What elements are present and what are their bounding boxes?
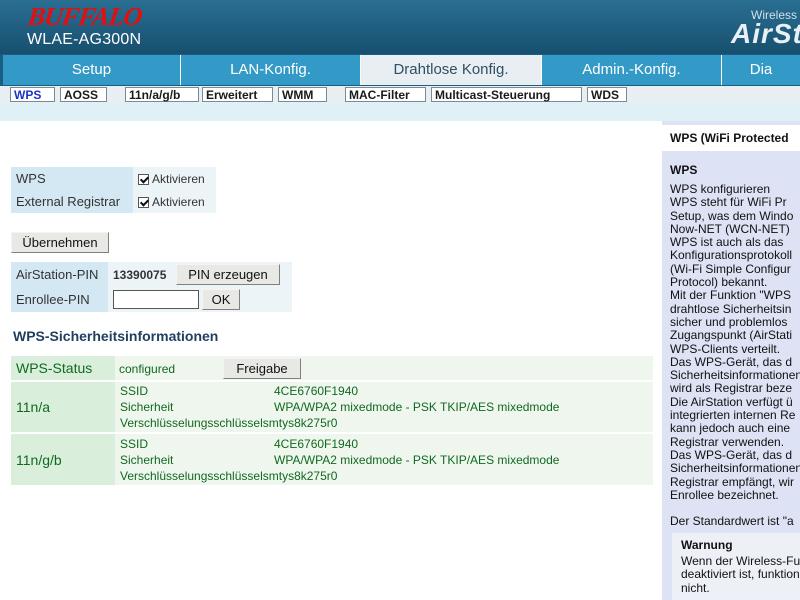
subtab-erweitert[interactable]: Erweitert <box>202 87 273 102</box>
help-line: sicher und problemlos <box>670 314 788 329</box>
generate-pin-button[interactable]: PIN erzeugen <box>176 264 280 285</box>
help-line: Registrar empfängt, wir <box>670 474 795 489</box>
help-line: integrierten internen Re <box>670 408 796 423</box>
warning-title: Warnung <box>681 538 733 552</box>
tab-setup[interactable]: Setup <box>3 55 181 85</box>
ssid-value: 4CE6760F1940 <box>274 384 359 398</box>
apply-button[interactable]: Übernehmen <box>11 232 109 253</box>
band-info-11ngb: SSID 4CE6760F1940 Sicherheit WPA/WPA2 mixe… <box>115 433 653 485</box>
wps-settings-table: WPS Aktivieren External Registrar Aktivi… <box>11 167 216 213</box>
external-registrar-checkbox[interactable] <box>138 196 149 208</box>
external-registrar-label: External Registrar <box>11 190 133 213</box>
subtab-aoss[interactable]: AOSS <box>60 87 107 102</box>
security-label: Sicherheit <box>120 400 174 414</box>
wps-security-info-title: WPS-Sicherheitsinformationen <box>13 328 219 344</box>
help-line: Sicherheitsinformationen <box>670 461 800 476</box>
wps-enable-label: Aktivieren <box>152 171 205 186</box>
band-label-11ngb: 11n/g/b <box>11 433 115 485</box>
help-line: Zugangspunkt (AirStati <box>670 328 793 343</box>
security-label: Sicherheit <box>120 452 174 467</box>
help-line: Registrar verwenden. <box>670 434 785 449</box>
help-header: WPS (WiFi Protected <box>662 125 800 151</box>
wps-security-table: WPS-Status configured Freigabe 11n/a SSID… <box>11 356 653 485</box>
header-banner: BUFFALO WLAE-AG300N Wireless AirSt <box>0 0 800 54</box>
sub-tab-band <box>0 103 800 121</box>
help-line: WPS ist auch als das <box>670 235 784 250</box>
band-info-11na: SSID 4CE6760F1940 Sicherheit WPA/WPA2 mixe… <box>115 381 653 434</box>
help-line: WPS-Clients verteilt. <box>670 341 781 356</box>
help-line: Enrollee bezeichnet. <box>670 487 779 502</box>
subtab-wmm[interactable]: WMM <box>278 87 327 102</box>
tab-drahtlose-konfig[interactable]: Drahtlose Konfig. <box>361 55 542 85</box>
buffalo-logo: BUFFALO <box>26 2 144 31</box>
warning-box: Warnung Wenn der Wireless-Fu deaktiviert … <box>672 533 800 600</box>
subtab-mac-filter[interactable]: MAC-Filter <box>345 87 426 102</box>
airstation-pin-value: 13390075 <box>113 268 167 282</box>
encryption-key-value: smtys8k275r0 <box>262 416 338 430</box>
ssid-label: SSID <box>120 436 149 451</box>
subtab-wds[interactable]: WDS <box>587 87 627 102</box>
help-line: Das WPS-Gerät, das d <box>670 447 793 462</box>
warning-line: deaktiviert ist, funktion <box>681 567 800 582</box>
help-line: WPS steht für WiFi Pr <box>670 195 787 210</box>
ssid-label: SSID <box>120 384 149 398</box>
wps-enable-checkbox[interactable] <box>138 173 149 185</box>
help-line: kann jedoch auch eine <box>670 421 791 436</box>
help-line: Konfigurationsprotokoll <box>670 248 793 263</box>
subtab-wps[interactable]: WPS <box>10 87 55 102</box>
airstation-brand-logo: AirSt <box>731 18 800 49</box>
encryption-key-label: Verschlüsselungsschlüssel <box>120 468 263 483</box>
help-line: wird als Registrar beze <box>670 381 793 396</box>
help-line: drahtlose Sicherheitsin <box>670 301 792 316</box>
warning-line: Wenn der Wireless-Fu <box>681 554 800 568</box>
help-line: Now-NET (WCN-NET) <box>670 221 790 236</box>
model-name: WLAE-AG300N <box>27 31 142 48</box>
pin-table: AirStation-PIN 13390075 PIN erzeugen Enro… <box>11 262 292 312</box>
wps-label: WPS <box>11 167 133 190</box>
ssid-value: 4CE6760F1940 <box>274 436 359 451</box>
help-pane: WPS (WiFi Protected WPS WPS konfiguriere… <box>662 121 800 600</box>
subtab-11nagb[interactable]: 11n/a/g/b <box>125 87 199 102</box>
enrollee-pin-ok-button[interactable]: OK <box>202 289 240 310</box>
band-label-11na: 11n/a <box>11 381 115 434</box>
encryption-key-label: Verschlüsselungsschlüssel <box>120 416 263 430</box>
help-line: Sicherheitsinformationen <box>670 368 800 383</box>
release-button[interactable]: Freigabe <box>223 357 301 379</box>
warning-line: nicht. <box>681 580 710 595</box>
help-line: WPS konfigurieren <box>670 182 771 196</box>
airstation-pin-label: AirStation-PIN <box>11 262 108 287</box>
help-line: Protocol) bekannt. <box>670 275 768 290</box>
main-tab-bar: Setup LAN-Konfig. Drahtlose Konfig. Admi… <box>0 54 800 86</box>
help-text: WPS konfigurieren WPS steht für WiFi Pr Se… <box>670 182 800 529</box>
help-line: Mit der Funktion "WPS <box>670 288 791 303</box>
wps-status-value: configured <box>119 361 176 376</box>
encryption-key-value: smtys8k275r0 <box>262 468 338 483</box>
help-line: Das WPS-Gerät, das d <box>670 354 793 369</box>
enrollee-pin-input[interactable] <box>113 290 199 309</box>
tab-diagnose[interactable]: Dia <box>722 55 800 85</box>
help-line: Der Standardwert ist "a <box>670 514 794 529</box>
help-line: (Wi-Fi Simple Configur <box>670 261 791 276</box>
external-registrar-enable-label: Aktivieren <box>152 194 205 209</box>
tab-lan-konfig[interactable]: LAN-Konfig. <box>181 55 361 85</box>
help-title: WPS <box>670 163 698 177</box>
tab-admin-konfig[interactable]: Admin.-Konfig. <box>542 55 722 85</box>
help-line: Die AirStation verfügt ü <box>670 394 793 409</box>
warning-text: Wenn der Wireless-Fu deaktiviert ist, fun… <box>681 554 800 595</box>
security-value: WPA/WPA2 mixedmode - PSK TKIP/AES mixedm… <box>274 400 560 414</box>
help-line: Setup, was dem Windo <box>670 208 794 223</box>
subtab-multicast-steuerung[interactable]: Multicast-Steuerung <box>431 87 582 102</box>
security-value: WPA/WPA2 mixedmode - PSK TKIP/AES mixedm… <box>274 452 560 467</box>
wps-status-label: WPS-Status <box>11 356 115 382</box>
enrollee-pin-label: Enrollee-PIN <box>11 287 108 312</box>
sub-tab-bar: WPS AOSS 11n/a/g/b Erweitert WMM MAC-Fil… <box>0 86 800 103</box>
